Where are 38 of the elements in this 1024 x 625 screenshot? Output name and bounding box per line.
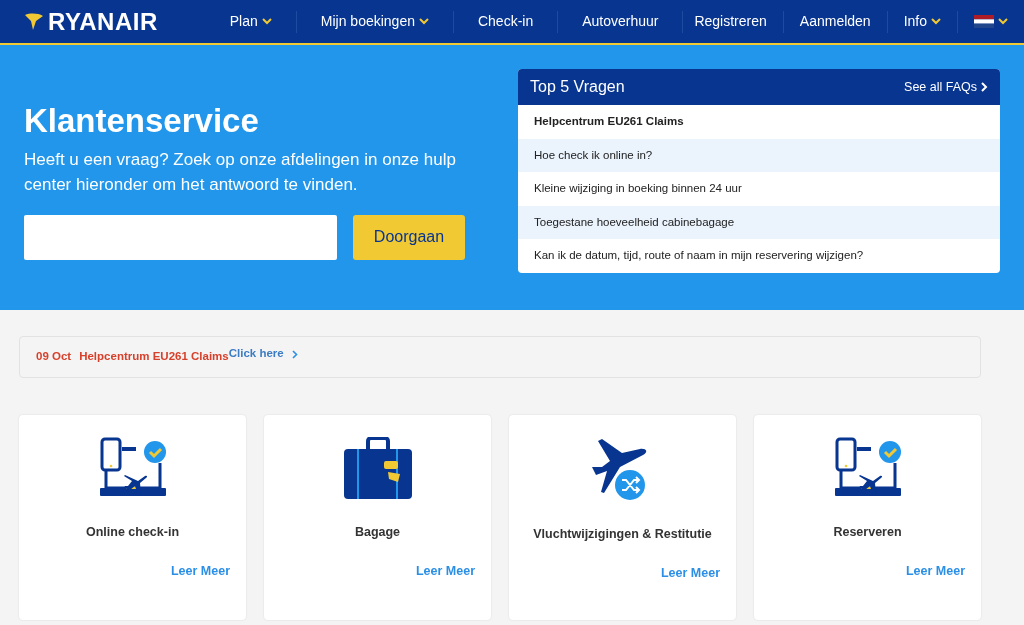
faq-link[interactable]: Hoe check ik online in? [518, 138, 1000, 172]
faq-title: Top 5 Vragen [530, 77, 625, 97]
nav-link[interactable]: Autoverhuur [582, 11, 659, 32]
caret-icon [998, 18, 1008, 25]
nav-link[interactable]: Info [903, 11, 941, 32]
nav-link[interactable]: Aanmelden [799, 11, 871, 32]
caret-icon [931, 18, 941, 25]
harp-logo-icon [24, 12, 44, 31]
page-subtitle: Heeft u een vraag? Zoek op onze afdelingen in onze hulp center hieronder om het antwoord te vinden. [24, 148, 457, 196]
faq-link[interactable]: Toegestane hoeveelheid cabinebagage [518, 205, 1000, 239]
search-field[interactable] [24, 214, 337, 260]
nav-link[interactable]: Check-in [477, 11, 534, 32]
logo-text[interactable]: RYANAIR [48, 9, 158, 34]
faq-link[interactable]: Kleine wijziging in boeking binnen 24 uur [518, 172, 1000, 206]
flag-icon [974, 15, 994, 28]
device-checkin-icon [834, 437, 901, 499]
search-button[interactable]: Doorgaan [353, 214, 465, 260]
faq-link[interactable]: Kan ik de datum, tijd, route of naam in mijn reservering wijzigen? [518, 239, 1000, 273]
nav-link[interactable]: Plan [229, 11, 272, 32]
faq-link[interactable]: Helpcentrum EU261 Claims [518, 105, 1000, 139]
card-title: Reserveren [833, 524, 902, 541]
language-selector[interactable] [974, 15, 1008, 28]
page-title: Klantenservice [24, 101, 260, 141]
notice-date: 09 Oct [36, 349, 72, 365]
card-title: Vluchtwijzigingen & Restitutie [533, 526, 712, 543]
see-all-link[interactable]: See all FAQs [904, 77, 988, 97]
chevron-icon [981, 82, 988, 92]
device-checkin-icon [99, 437, 166, 499]
click-here-link[interactable]: Click here [228, 345, 298, 363]
suitcase-icon [343, 437, 412, 499]
chevron-icon [291, 349, 298, 359]
nav-link[interactable]: Registreren [694, 11, 767, 32]
nav-link[interactable]: Mijn boekingen [320, 11, 429, 32]
caret-icon [418, 18, 429, 25]
notice-title: Helpcentrum EU261 Claims [79, 350, 229, 365]
card-title: Bagage [354, 524, 401, 541]
caret-icon [261, 18, 272, 25]
card-title: Online check-in [85, 524, 180, 541]
